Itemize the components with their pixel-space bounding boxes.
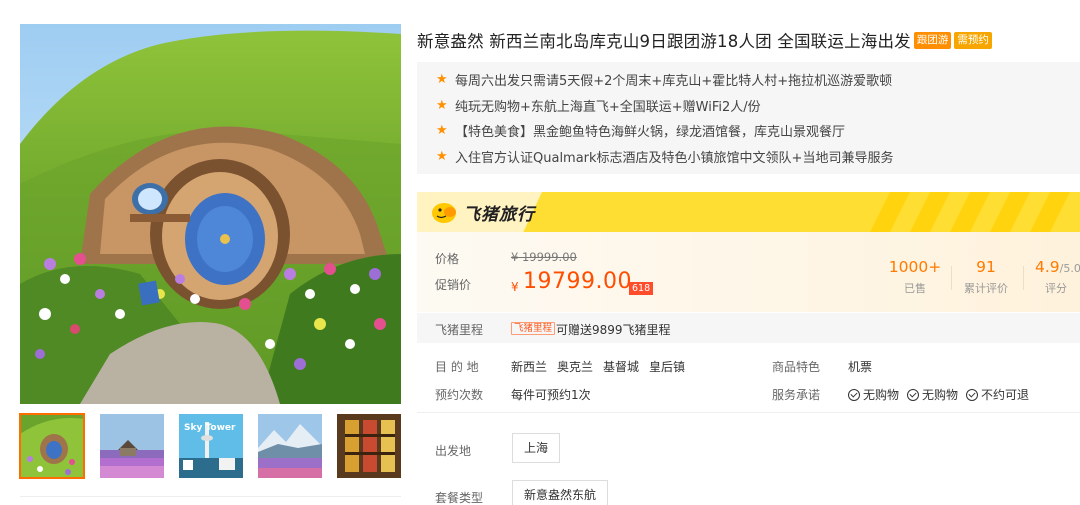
- destination-label: 目 的 地: [435, 360, 479, 374]
- highlight-text: 【特色美食】黑金鲍鱼特色海鲜火锅，绿龙酒馆餐，库克山景观餐厅: [455, 125, 846, 141]
- review-count[interactable]: 91: [957, 258, 1015, 276]
- gallery-divider: [20, 496, 401, 497]
- main-product-image[interactable]: [20, 24, 401, 404]
- product-title: 新意盎然 新西兰南北岛库克山9日跟团游18人团 全国联运上海出发: [417, 32, 911, 51]
- star-icon: ★: [436, 72, 448, 88]
- service-promise-text: 无购物: [863, 388, 900, 402]
- thumbnail-church-lupins-image: [100, 414, 164, 478]
- service-label: 服务承诺: [772, 388, 821, 402]
- service-promise: 不约可退: [966, 386, 1029, 403]
- sky-tower-text: Sky Tower: [184, 423, 236, 433]
- service-promise-text: 不约可退: [981, 388, 1030, 402]
- highlight-text: 纯玩无购物+东航上海直飞+全国联运+赠WiFi2人/份: [455, 99, 761, 115]
- original-price: ¥ 19999.00: [511, 250, 577, 264]
- package-label: 套餐类型: [435, 491, 484, 505]
- banner-stripes: [870, 192, 1070, 232]
- destination-item: 皇后镇: [649, 360, 686, 374]
- thumbnail-church-lupins[interactable]: [100, 414, 164, 478]
- info-divider: [417, 412, 1080, 413]
- check-circle-icon: [966, 388, 979, 401]
- thumbnail-stained-glass[interactable]: [337, 414, 401, 478]
- promo-618-badge: 618: [629, 282, 654, 295]
- price-panel: 价格 ¥ 19999.00 促销价 ¥ 19799.00 618 1000+ 已…: [417, 232, 1080, 312]
- tag-group-tour: 跟团游: [913, 31, 952, 49]
- review-label[interactable]: 累计评价: [957, 280, 1015, 296]
- highlight-item: ★ 【特色美食】黑金鲍鱼特色海鲜火锅，绿龙酒馆餐，库克山景观餐厅: [436, 118, 1080, 144]
- stat-separator: [951, 266, 952, 290]
- thumbnail-hobbit-hole-image: [20, 414, 84, 478]
- destination-item: 基督城: [603, 360, 640, 374]
- feature-label: 商品特色: [772, 360, 821, 374]
- rating-scale: /5.0: [1059, 262, 1080, 275]
- current-price: 19799.00: [523, 269, 632, 294]
- highlight-text: 每周六出发只需请5天假+2个周末+库克山+霍比特人村+拖拉机巡游爱歌顿: [455, 74, 893, 90]
- highlight-item: ★ 纯玩无购物+东航上海直飞+全国联运+赠WiFi2人/份: [436, 93, 1080, 119]
- service-promise: 无购物: [907, 386, 958, 403]
- currency-symbol: ¥: [511, 280, 519, 294]
- hobbit-hole-photo: [20, 24, 401, 404]
- thumbnail-mountain-lake-image: [258, 414, 322, 478]
- rating-value: 4.9/5.0: [1035, 258, 1080, 276]
- mileage-row: 飞猪里程 飞猪里程 可赠送9899飞猪里程: [417, 313, 1080, 343]
- highlight-text: 入住官方认证Qualmark标志酒店及特色小镇旅馆中文领队+当地司兼导服务: [455, 150, 894, 166]
- service-promise-text: 无购物: [922, 388, 959, 402]
- product-title-row: 新意盎然 新西兰南北岛库克山9日跟团游18人团 全国联运上海出发 跟团游 需预约: [417, 26, 1077, 54]
- star-icon: ★: [436, 97, 448, 113]
- thumbnail-hobbit-hole[interactable]: [19, 413, 85, 479]
- sold-count: 1000+: [888, 258, 942, 276]
- thumbnail-sky-tower-image: Sky Tower: [179, 414, 243, 478]
- service-promise: 无购物: [848, 386, 899, 403]
- star-icon: ★: [436, 148, 448, 164]
- destination-item: 奥克兰: [557, 360, 594, 374]
- highlight-item: ★ 入住官方认证Qualmark标志酒店及特色小镇旅馆中文领队+当地司兼导服务: [436, 144, 1080, 170]
- mileage-label: 飞猪里程: [435, 323, 484, 337]
- sale-price-label: 促销价: [435, 278, 472, 292]
- brand-name: 飞猪旅行: [463, 205, 535, 225]
- brand-banner: 飞猪旅行: [417, 192, 1080, 232]
- stat-separator: [1023, 266, 1024, 290]
- check-circle-icon: [907, 388, 920, 401]
- departure-label: 出发地: [435, 444, 472, 458]
- price-label: 价格: [435, 252, 460, 266]
- thumbnail-sky-tower[interactable]: Sky Tower: [179, 414, 243, 478]
- fliggy-logo-icon: [432, 203, 456, 223]
- thumbnail-stained-glass-image: [337, 414, 401, 478]
- tag-reservation: 需预约: [954, 31, 992, 49]
- mileage-text: 可赠送9899飞猪里程: [556, 323, 671, 337]
- booking-label: 预约次数: [435, 388, 484, 402]
- highlight-item: ★ 每周六出发只需请5天假+2个周末+库克山+霍比特人村+拖拉机巡游爱歌顿: [436, 67, 1080, 93]
- service-promises: 无购物 无购物 不约可退: [848, 386, 1037, 404]
- booking-value: 每件可预约1次: [511, 388, 591, 402]
- thumbnail-mountain-lake[interactable]: [258, 414, 322, 478]
- feature-value: 机票: [848, 360, 873, 374]
- check-circle-icon: [848, 388, 860, 401]
- rating-score: 4.9: [1035, 258, 1060, 276]
- departure-option-button[interactable]: 上海: [512, 433, 561, 463]
- package-option-button[interactable]: 新意盎然东航: [512, 480, 609, 505]
- mileage-badge: 飞猪里程: [511, 322, 556, 335]
- highlights-panel: ★ 每周六出发只需请5天假+2个周末+库克山+霍比特人村+拖拉机巡游爱歌顿 ★ …: [417, 62, 1080, 174]
- destination-item: 新西兰: [511, 360, 548, 374]
- thumbnail-strip: Sky Tower: [19, 413, 401, 480]
- rating-label: 评分: [1045, 282, 1067, 295]
- star-icon: ★: [436, 123, 448, 139]
- destination-list: 新西兰 奥克兰 基督城 皇后镇: [511, 358, 695, 375]
- sold-label: 已售: [904, 282, 926, 295]
